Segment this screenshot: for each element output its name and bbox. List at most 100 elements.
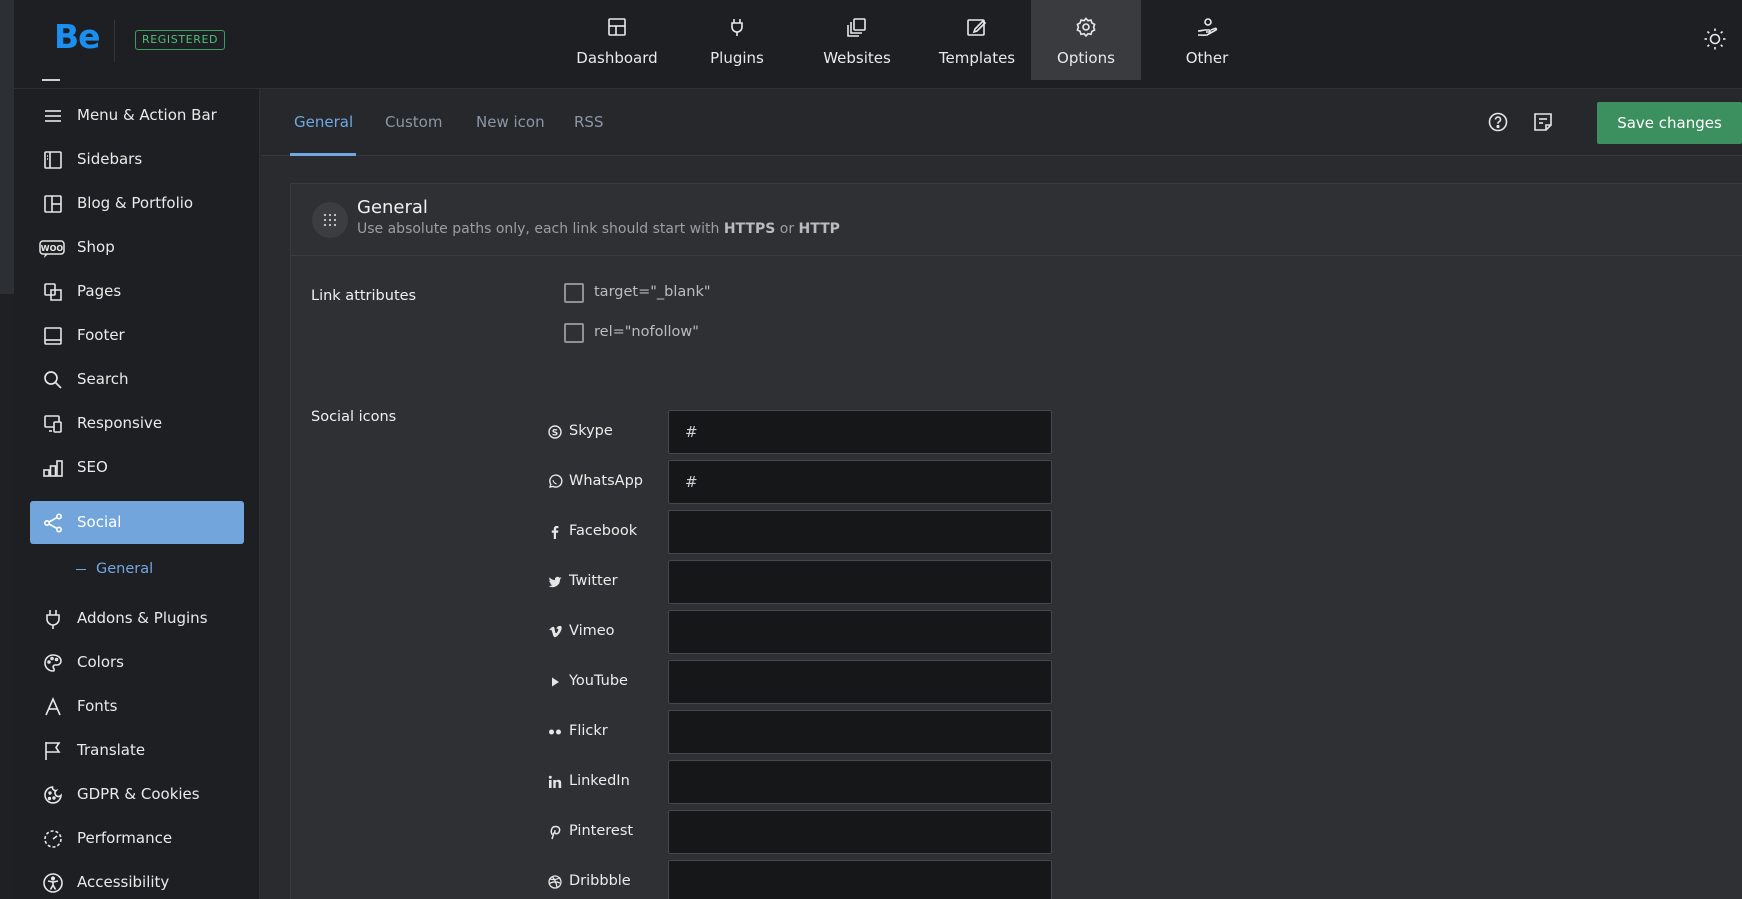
facebook-icon [551, 526, 559, 539]
sidebar-item-label: GDPR & Cookies [77, 785, 200, 803]
skype-url-input[interactable]: # [668, 410, 1052, 454]
linkedin-icon [548, 775, 562, 788]
vimeo-url-input[interactable] [668, 610, 1052, 654]
panel-header: General Use absolute paths only, each li… [291, 184, 1742, 256]
drag-handle[interactable] [312, 202, 348, 238]
sidebar-item-fonts[interactable]: Fonts [30, 685, 244, 728]
sidebar-item-translate[interactable]: Translate [30, 729, 244, 772]
sidebar-item-footer[interactable]: Footer [30, 314, 244, 357]
sidebar: Menu & Action Bar Sidebars Blog & Portfo… [14, 79, 260, 899]
panel-description: Use absolute paths only, each link shoul… [357, 221, 840, 237]
sidebar-item-label: Colors [77, 653, 124, 671]
social-label: Twitter [569, 573, 618, 589]
sidebar-item-blog-portfolio[interactable]: Blog & Portfolio [30, 182, 244, 225]
sidebar-item-label: Menu & Action Bar [77, 106, 217, 124]
sidebar-item-label: Fonts [77, 697, 118, 715]
dashboard-icon [608, 18, 626, 36]
plug-icon [46, 610, 60, 629]
notes-icon[interactable] [1531, 110, 1555, 134]
tab-rss[interactable]: RSS [574, 113, 603, 131]
sidebar-item-shop[interactable]: WOO Shop [30, 226, 244, 269]
nav-dashboard[interactable]: Dashboard [562, 0, 672, 80]
whatsapp-url-input[interactable]: # [668, 460, 1052, 504]
facebook-url-input[interactable] [668, 510, 1052, 554]
scrollbar-thumb[interactable] [0, 0, 14, 294]
sidebar-item-seo[interactable]: SEO [30, 446, 244, 489]
sidebar-icon [44, 151, 62, 169]
youtube-url-input[interactable] [668, 660, 1052, 704]
sidebar-item-performance[interactable]: Performance [30, 817, 244, 860]
layout-icon [44, 195, 62, 213]
nav-other[interactable]: Other [1152, 0, 1262, 80]
accessibility-icon [43, 873, 63, 893]
sidebar-item-search[interactable]: Search [30, 358, 244, 401]
whatsapp-icon [548, 474, 563, 488]
nav-websites[interactable]: Websites [802, 0, 912, 80]
rel-nofollow-checkbox[interactable] [564, 323, 584, 343]
sun-icon[interactable] [1703, 27, 1727, 51]
woo-icon: WOO [39, 240, 65, 258]
nav-label: Options [1057, 49, 1115, 67]
social-row-youtube: YouTube [547, 660, 1052, 704]
tabs-bar: General Custom New icon RSS Save changes [261, 89, 1742, 156]
sidebar-item-responsive[interactable]: Responsive [30, 402, 244, 445]
be-logo[interactable]: Be [54, 17, 101, 56]
sidebar-item-partial[interactable] [30, 79, 244, 91]
social-icons-label: Social icons [311, 409, 397, 425]
active-tab-indicator [290, 153, 356, 156]
social-row-linkedin: LinkedIn [547, 760, 1052, 804]
checkbox-label: target="_blank" [594, 284, 711, 300]
tab-custom[interactable]: Custom [385, 113, 442, 131]
sidebar-item-colors[interactable]: Colors [30, 641, 244, 684]
sidebar-item-pages[interactable]: Pages [30, 270, 244, 313]
save-changes-button[interactable]: Save changes [1597, 102, 1742, 144]
flickr-icon [549, 729, 561, 735]
sidebar-item-gdpr-cookies[interactable]: GDPR & Cookies [30, 773, 244, 816]
nav-plugins[interactable]: Plugins [682, 0, 792, 80]
sidebar-item-label: Sidebars [77, 150, 143, 168]
desc-or: or [779, 221, 795, 237]
sidebar-item-addons-plugins[interactable]: Addons & Plugins [30, 597, 244, 640]
target-blank-checkbox[interactable] [564, 283, 584, 303]
templates-icon [967, 19, 987, 36]
tab-general[interactable]: General [294, 113, 353, 131]
dribbble-url-input[interactable] [668, 860, 1052, 899]
websites-icon [847, 18, 866, 37]
plug-icon [731, 19, 743, 36]
nav-label: Websites [823, 49, 891, 67]
sidebar-item-label: Translate [77, 741, 146, 759]
sidebar-item-accessibility[interactable]: Accessibility [30, 861, 244, 899]
social-label: LinkedIn [569, 773, 630, 789]
pinterest-url-input[interactable] [668, 810, 1052, 854]
svg-text:S: S [552, 429, 558, 439]
sidebar-item-label: Search [77, 370, 129, 388]
linkedin-url-input[interactable] [668, 760, 1052, 804]
sidebar-item-social[interactable]: Social [30, 501, 244, 544]
sidebar-item-sidebars[interactable]: Sidebars [30, 138, 244, 181]
social-label: Vimeo [569, 623, 615, 639]
sidebar-subitem-general[interactable]: General [76, 561, 153, 577]
nav-label: Plugins [710, 49, 764, 67]
nav-templates[interactable]: Templates [922, 0, 1032, 80]
window-edge [0, 0, 14, 899]
sidebar-item-label: Social [77, 513, 122, 531]
footer-icon [44, 327, 62, 345]
logo-divider [114, 20, 115, 62]
social-label: Facebook [569, 523, 638, 539]
sidebar-item-label: SEO [77, 458, 108, 476]
twitter-url-input[interactable] [668, 560, 1052, 604]
social-row-flickr: Flickr [547, 710, 1052, 754]
social-label: Pinterest [569, 823, 634, 839]
nav-options[interactable]: Options [1031, 0, 1141, 80]
tab-new-icon[interactable]: New icon [476, 113, 545, 131]
font-icon [45, 697, 61, 716]
help-icon[interactable] [1486, 110, 1510, 134]
flickr-url-input[interactable] [668, 710, 1052, 754]
nav-label: Dashboard [576, 49, 658, 67]
sidebar-item-label: Accessibility [77, 873, 170, 891]
gear-icon [1076, 17, 1096, 38]
sidebar-item-label: Addons & Plugins [77, 609, 208, 627]
pages-icon [44, 283, 62, 301]
sidebar-item-menu-action-bar[interactable]: Menu & Action Bar [30, 94, 244, 137]
social-label: WhatsApp [569, 473, 643, 489]
